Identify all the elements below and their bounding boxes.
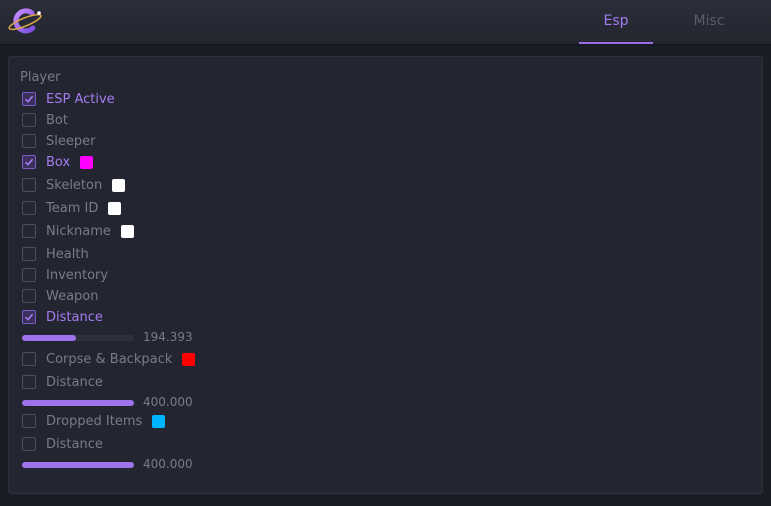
dropped-distance-checkbox[interactable] [22, 437, 36, 451]
tab-esp[interactable]: Esp [579, 0, 653, 44]
weapon-checkbox[interactable] [22, 289, 36, 303]
skeleton-label: Skeleton [46, 177, 103, 193]
bot-toggle[interactable]: Bot [22, 111, 68, 129]
dropped-items-checkbox[interactable] [22, 414, 36, 428]
sleeper-label: Sleeper [46, 133, 96, 149]
weapon-toggle[interactable]: Weapon [22, 287, 99, 305]
tab-misc[interactable]: Misc [669, 0, 749, 44]
esp-active-label: ESP Active [46, 91, 115, 107]
inventory-toggle[interactable]: Inventory [22, 266, 108, 284]
player-distance-slider-fill [22, 335, 77, 341]
check-icon [24, 95, 34, 103]
nickname-checkbox[interactable] [22, 224, 36, 238]
esp-active-toggle[interactable]: ESP Active [22, 90, 115, 108]
corpse-distance-slider-fill [22, 400, 134, 406]
box-checkbox[interactable] [22, 155, 36, 169]
health-checkbox[interactable] [22, 247, 36, 261]
inventory-label: Inventory [46, 267, 109, 283]
bot-label: Bot [46, 112, 68, 128]
corpse-distance-label: Distance [46, 374, 103, 390]
top-bar: Esp Misc [0, 0, 771, 45]
box-color-swatch[interactable] [80, 155, 94, 169]
tab-esp-label: Esp [603, 13, 629, 29]
planet-ring-icon [8, 8, 42, 34]
player-distance-label: Distance [46, 309, 103, 325]
check-icon [24, 158, 34, 166]
check-icon [24, 313, 34, 321]
nickname-label: Nickname [46, 223, 111, 239]
team-id-label: Team ID [46, 200, 99, 216]
corpse-color-swatch[interactable] [182, 352, 196, 366]
skeleton-color-swatch[interactable] [112, 178, 126, 192]
corpse-distance-toggle[interactable]: Distance [22, 373, 103, 391]
team-id-toggle[interactable]: Team ID [22, 199, 122, 217]
corpse-backpack-label: Corpse & Backpack [46, 351, 173, 367]
team-id-checkbox[interactable] [22, 201, 36, 215]
section-title-player: Player [20, 70, 61, 85]
team-id-color-swatch[interactable] [108, 201, 122, 215]
corpse-distance-checkbox[interactable] [22, 375, 36, 389]
inventory-checkbox[interactable] [22, 268, 36, 282]
player-distance-toggle[interactable]: Distance [22, 308, 103, 326]
player-distance-value: 194.393 [143, 330, 193, 344]
player-distance-checkbox[interactable] [22, 310, 36, 324]
dropped-distance-slider[interactable] [22, 462, 134, 468]
bot-checkbox[interactable] [22, 113, 36, 127]
player-distance-slider[interactable] [22, 335, 134, 341]
dropped-distance-label: Distance [46, 436, 103, 452]
sleeper-checkbox[interactable] [22, 134, 36, 148]
active-tab-indicator [579, 42, 653, 44]
sleeper-toggle[interactable]: Sleeper [22, 132, 95, 150]
dropped-distance-value: 400.000 [143, 457, 193, 471]
health-toggle[interactable]: Health [22, 245, 89, 263]
corpse-backpack-checkbox[interactable] [22, 352, 36, 366]
nickname-toggle[interactable]: Nickname [22, 222, 134, 240]
corpse-distance-slider[interactable] [22, 400, 134, 406]
dropped-items-color-swatch[interactable] [152, 414, 166, 428]
dropped-items-label: Dropped Items [46, 413, 143, 429]
dropped-distance-toggle[interactable]: Distance [22, 435, 103, 453]
weapon-label: Weapon [46, 288, 99, 304]
health-label: Health [46, 246, 89, 262]
dropped-items-toggle[interactable]: Dropped Items [22, 412, 166, 430]
dropped-distance-slider-fill [22, 462, 134, 468]
skeleton-toggle[interactable]: Skeleton [22, 176, 126, 194]
tab-misc-label: Misc [693, 13, 725, 29]
box-label: Box [46, 154, 71, 170]
corpse-backpack-toggle[interactable]: Corpse & Backpack [22, 350, 196, 368]
esp-active-checkbox[interactable] [22, 92, 36, 106]
skeleton-checkbox[interactable] [22, 178, 36, 192]
corpse-distance-value: 400.000 [143, 395, 193, 409]
nickname-color-swatch[interactable] [120, 224, 134, 238]
box-toggle[interactable]: Box [22, 153, 94, 171]
